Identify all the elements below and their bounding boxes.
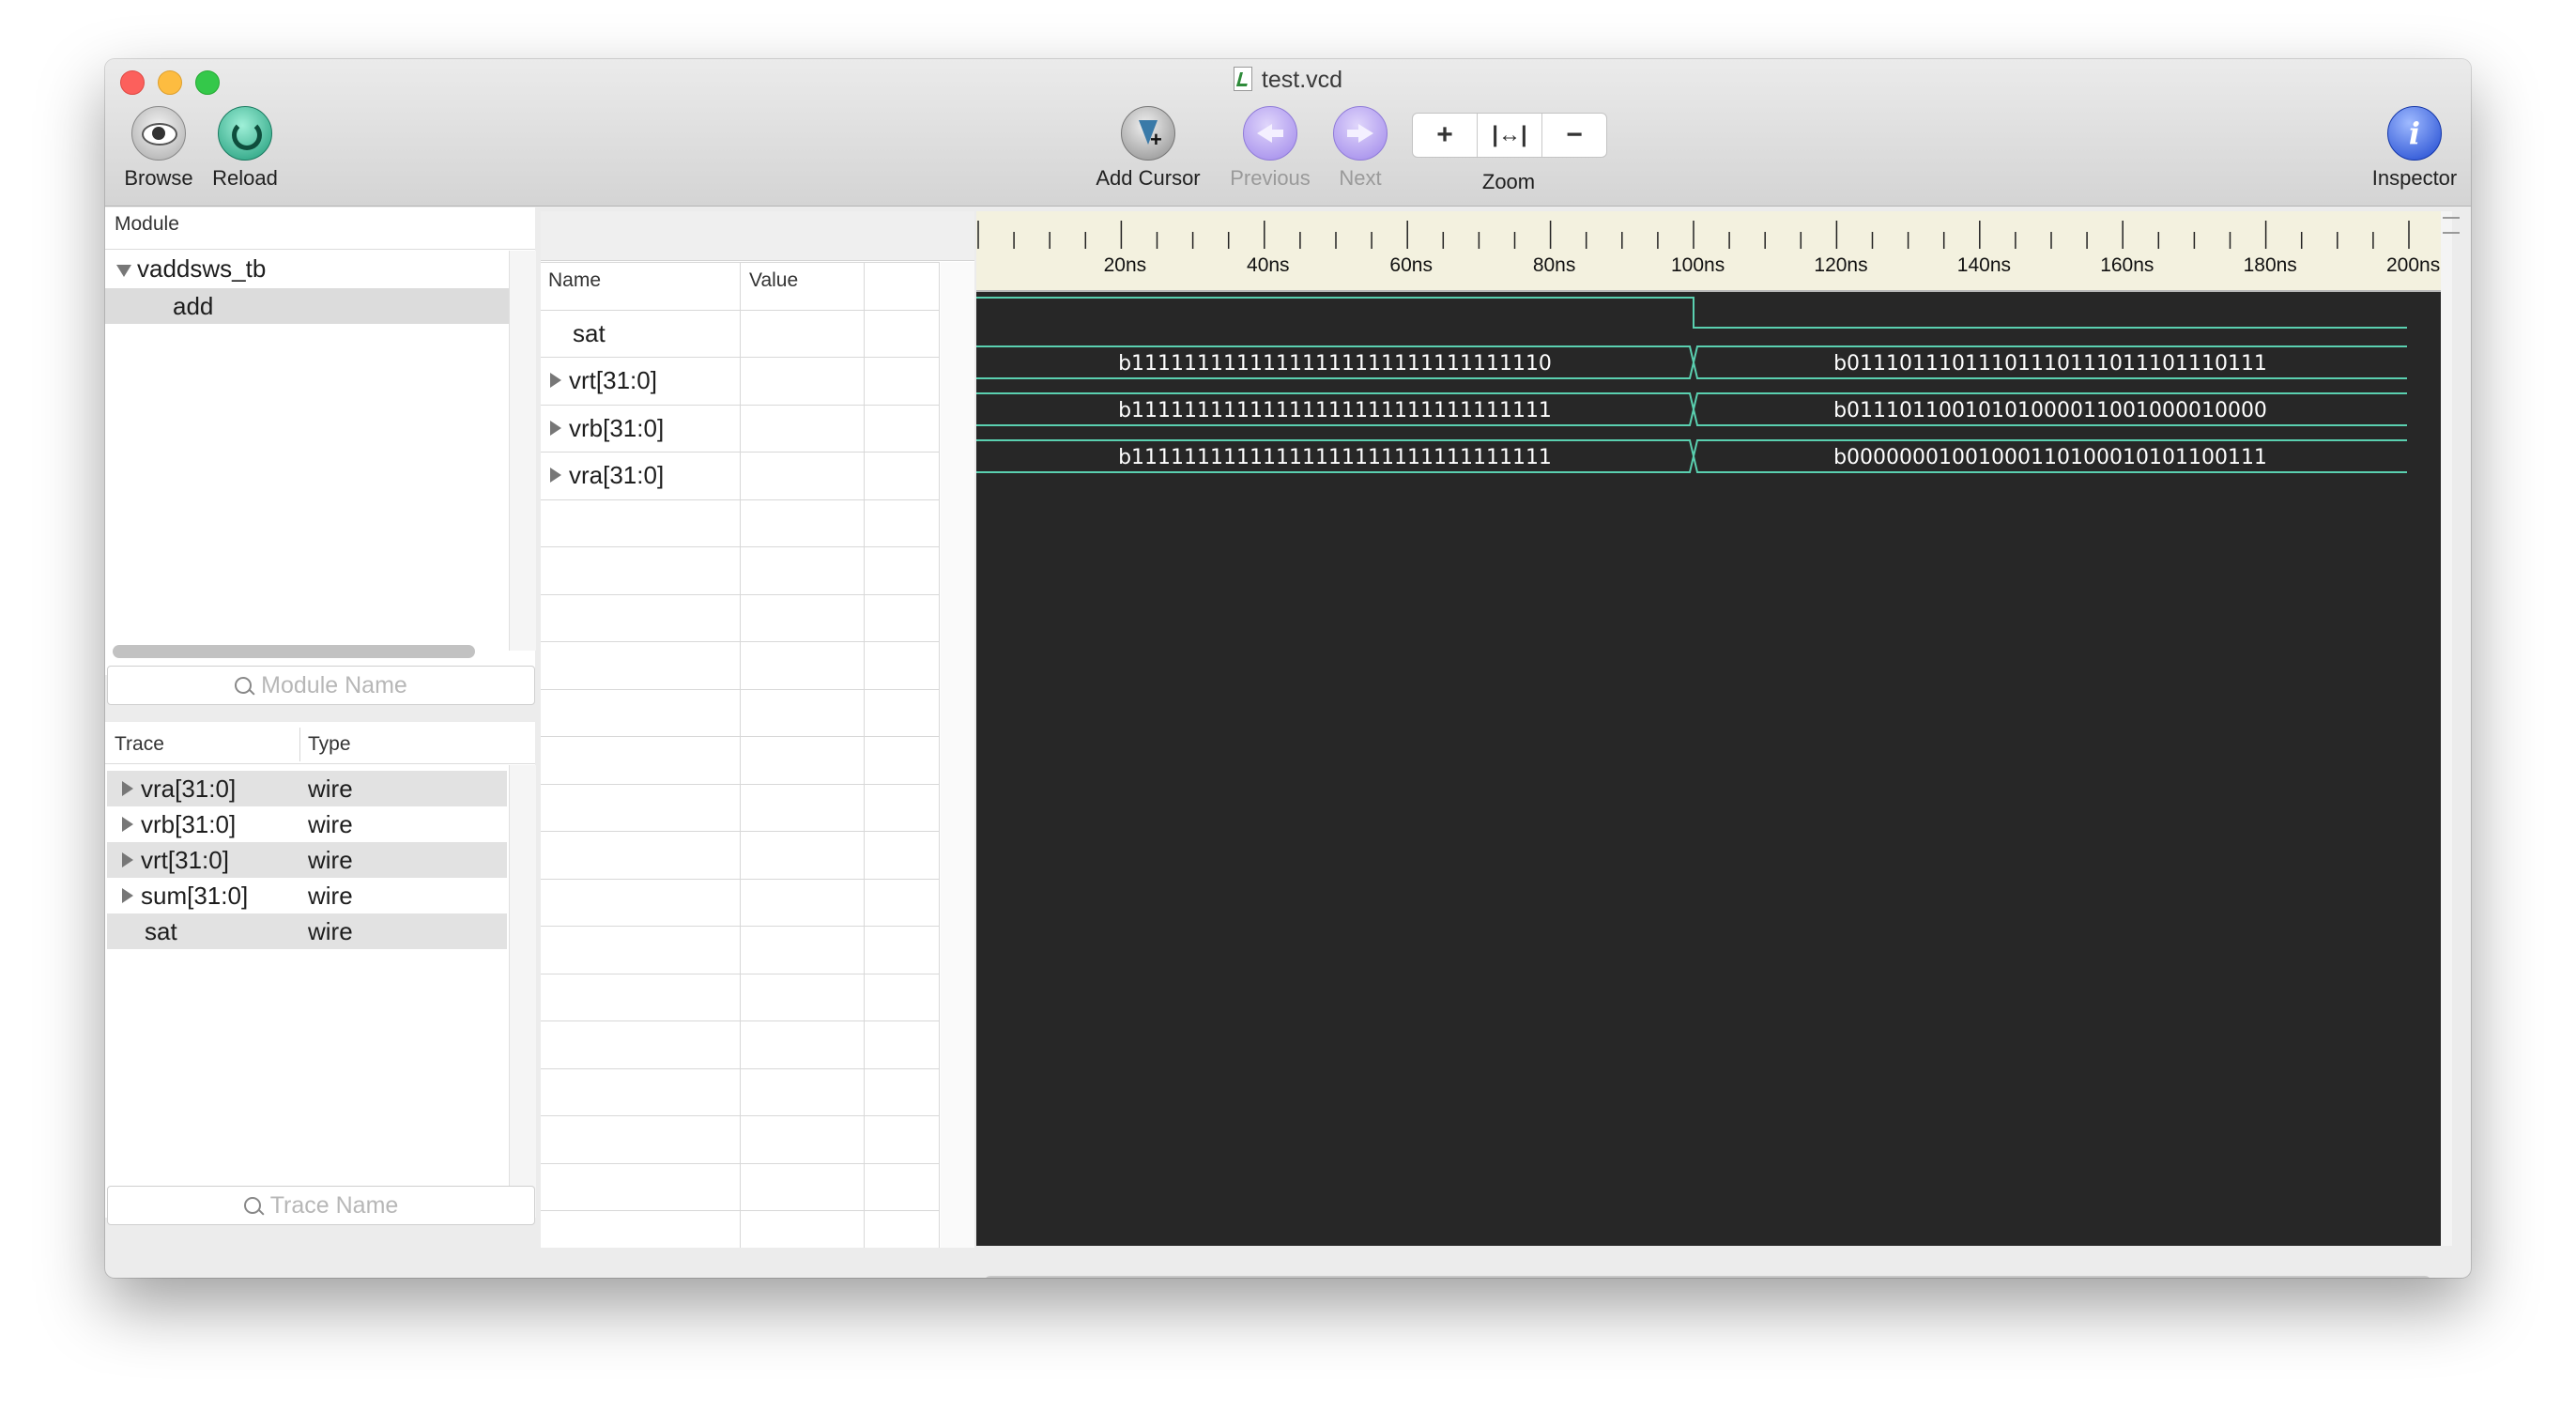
wave-bus-value: b11111111111111111111111111111110 — [1118, 352, 1552, 376]
disclosure-right-icon[interactable] — [122, 817, 133, 832]
trace-search-field[interactable]: Trace Name — [107, 1186, 535, 1225]
wave-bus-value: b00000001001000110100010101100111 — [1833, 446, 2267, 469]
ruler-label: 160ns — [2100, 254, 2154, 276]
trace-panel: Trace Type vra[31:0] wire vrb[31:0] wire vrt… — [105, 722, 536, 1218]
trace-row[interactable]: vra[31:0] wire — [107, 771, 507, 806]
trace-row[interactable]: vrt[31:0] wire — [107, 842, 507, 878]
type-column-header: Type — [308, 733, 351, 755]
zoom-segmented-control: + |↔| − — [1412, 113, 1607, 158]
vcd-document-icon — [1233, 67, 1252, 91]
disclosure-right-icon[interactable] — [550, 468, 561, 483]
wave-bus-value: b11111111111111111111111111111111 — [1118, 399, 1552, 422]
menu-lines-icon[interactable] — [2443, 217, 2460, 234]
signal-row[interactable]: vra[31:0] — [541, 452, 740, 499]
module-header: Module — [115, 213, 179, 235]
wave-bus-value: b01110110010101000011001000010000 — [1833, 399, 2267, 422]
disclosure-right-icon[interactable] — [122, 781, 133, 796]
waveform-view[interactable]: 20ns 40ns 60ns 80ns 100ns 120ns 140ns 160ns 180n… — [976, 211, 2460, 1278]
wave-sat — [976, 297, 2407, 329]
next-arrow-icon — [1333, 106, 1388, 161]
waveform-vertical-scroll-track[interactable] — [2441, 211, 2452, 1246]
trace-row[interactable]: sum[31:0] wire — [107, 878, 507, 913]
disclosure-right-icon[interactable] — [122, 888, 133, 903]
zoom-label: Zoom — [1481, 170, 1536, 193]
waveform-horizontal-scrollbar[interactable] — [984, 1276, 2431, 1278]
trace-row[interactable]: vrb[31:0] wire — [107, 806, 507, 842]
signal-vertical-scroll-track[interactable] — [941, 262, 974, 1248]
time-ruler[interactable]: 20ns 40ns 60ns 80ns 100ns 120ns 140ns 160ns 180n… — [976, 211, 2441, 292]
search-icon — [243, 1197, 261, 1214]
tree-item-vaddsws-tb[interactable]: vaddsws_tb — [105, 251, 509, 286]
search-icon — [235, 677, 253, 694]
disclosure-right-icon[interactable] — [122, 852, 133, 867]
trace-column-header: Trace — [115, 733, 164, 755]
previous-button[interactable]: Previous — [1219, 106, 1322, 191]
inspector-label: Inspector — [2371, 166, 2458, 190]
ruler-label: 120ns — [1814, 254, 1868, 276]
waveform-canvas[interactable]: b11111111111111111111111111111110 b011101… — [976, 292, 2441, 1246]
zoom-in-button[interactable]: + — [1413, 114, 1478, 157]
zoom-fit-button[interactable]: |↔| — [1478, 114, 1542, 157]
wave-bus-value: b01110111011101110111011101110111 — [1833, 352, 2267, 376]
ruler-label: 40ns — [1247, 254, 1290, 276]
module-search-field[interactable]: Module Name — [107, 666, 535, 705]
disclosure-down-icon[interactable] — [116, 265, 131, 277]
info-icon — [2387, 106, 2442, 161]
ruler-label: 180ns — [2243, 254, 2297, 276]
reload-label: Reload — [212, 166, 278, 190]
browse-label: Browse — [124, 166, 193, 190]
ruler-label: 80ns — [1532, 254, 1576, 276]
reload-icon — [218, 106, 272, 161]
module-panel: Module vaddsws_tb add — [105, 207, 536, 675]
app-window: test.vcd Browse Reload Add Cursor Previo… — [105, 59, 2471, 1278]
ruler-label: 200ns — [2386, 254, 2441, 276]
disclosure-right-icon[interactable] — [550, 373, 561, 388]
add-cursor-icon — [1121, 106, 1175, 161]
signal-row[interactable]: vrb[31:0] — [541, 405, 740, 452]
inspector-button[interactable]: Inspector — [2358, 106, 2471, 191]
browse-button[interactable]: Browse — [116, 106, 201, 191]
tree-item-add[interactable]: add — [105, 288, 509, 324]
next-label: Next — [1339, 166, 1382, 190]
title-bar: test.vcd Browse Reload Add Cursor Previo… — [105, 59, 2471, 207]
previous-arrow-icon — [1243, 106, 1297, 161]
ruler-label: 60ns — [1389, 254, 1433, 276]
window-title: test.vcd — [105, 67, 2471, 94]
reload-button[interactable]: Reload — [203, 106, 287, 191]
add-cursor-button[interactable]: Add Cursor — [1087, 106, 1209, 191]
signal-list-panel: Name Value sat vrt[31:0] vrb[31:0] vra[31:0… — [541, 211, 974, 1248]
module-horizontal-scrollbar[interactable] — [113, 645, 475, 658]
ruler-label: 20ns — [1103, 254, 1147, 276]
trace-row[interactable]: sat wire — [107, 913, 507, 949]
eye-icon — [131, 106, 186, 161]
trace-vertical-scroll-track[interactable] — [509, 765, 536, 1218]
previous-label: Previous — [1230, 166, 1311, 190]
add-cursor-label: Add Cursor — [1096, 166, 1201, 190]
next-button[interactable]: Next — [1318, 106, 1403, 191]
module-vertical-scroll-track[interactable] — [509, 251, 536, 651]
signal-row[interactable]: sat — [541, 310, 772, 357]
ruler-label: 140ns — [1956, 254, 2012, 276]
signal-row[interactable]: vrt[31:0] — [541, 357, 740, 404]
disclosure-right-icon[interactable] — [550, 421, 561, 436]
wave-bus-value: b11111111111111111111111111111111 — [1118, 446, 1552, 469]
zoom-out-button[interactable]: − — [1542, 114, 1606, 157]
ruler-label: 100ns — [1671, 254, 1725, 276]
